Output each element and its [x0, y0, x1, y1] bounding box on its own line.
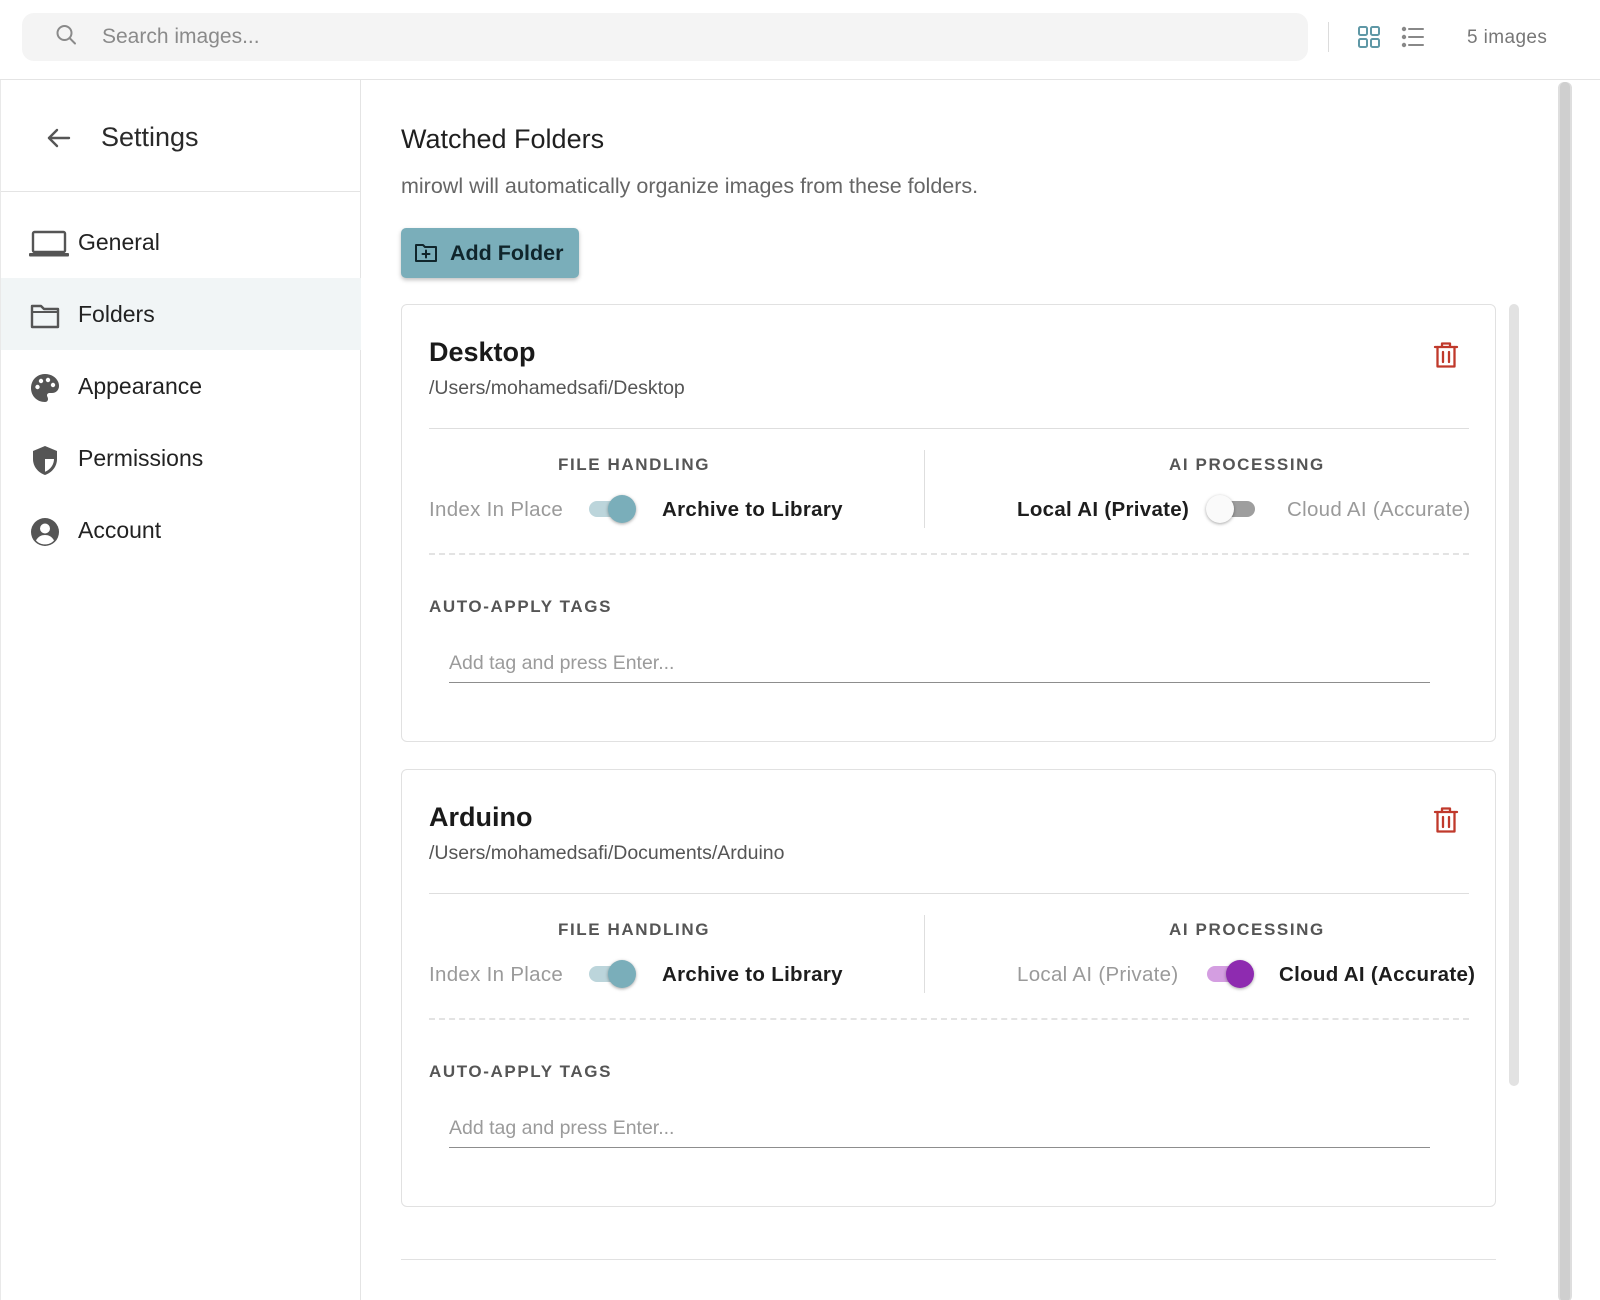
settings-sidebar: Settings General Folders Appearance Perm… [0, 80, 361, 1300]
ai-processing-toggle[interactable] [1204, 958, 1256, 990]
folder-path: /Users/mohamedsafi/Documents/Arduino [429, 842, 785, 864]
archive-to-library-option: Archive to Library [662, 963, 843, 986]
index-in-place-option: Index In Place [429, 498, 564, 521]
sidebar-item-folders[interactable]: Folders [1, 278, 361, 350]
top-bar: 5 images [0, 0, 1600, 80]
folder-name: Arduino [429, 802, 533, 832]
page-scrollbar[interactable] [1558, 82, 1572, 1300]
sidebar-item-permissions[interactable]: Permissions [1, 422, 361, 494]
folder-card: Desktop /Users/mohamedsafi/Desktop FILE … [401, 304, 1496, 742]
folder-path: /Users/mohamedsafi/Desktop [429, 377, 685, 399]
sidebar-header: Settings [1, 80, 361, 192]
account-circle-icon [29, 516, 61, 548]
page-scrollbar-thumb[interactable] [1560, 82, 1570, 1300]
file-handling-toggle[interactable] [586, 958, 638, 990]
folder-name: Desktop [429, 337, 536, 367]
sidebar-title: Settings [101, 122, 199, 152]
file-handling-toggle[interactable] [586, 493, 638, 525]
section-separator [924, 915, 925, 993]
index-in-place-option: Index In Place [429, 963, 564, 986]
card-divider [429, 893, 1469, 894]
main-content: Watched Folders mirowl will automaticall… [361, 80, 1600, 1300]
auto-apply-tags-label: AUTO-APPLY TAGS [429, 1062, 613, 1081]
sidebar-item-label: Folders [78, 301, 155, 327]
arrow-left-icon [47, 128, 71, 148]
trash-icon [1433, 342, 1459, 368]
local-ai-option: Local AI (Private) [1017, 498, 1190, 521]
cloud-ai-option: Cloud AI (Accurate) [1279, 963, 1476, 986]
auto-apply-tags-label: AUTO-APPLY TAGS [429, 597, 613, 616]
section-separator [924, 450, 925, 528]
sidebar-item-appearance[interactable]: Appearance [1, 350, 361, 422]
ai-processing-label: AI PROCESSING [1169, 455, 1325, 474]
folder-plus-icon [414, 241, 438, 265]
list-view-button[interactable] [1400, 24, 1426, 50]
ai-processing-toggle[interactable] [1206, 493, 1258, 525]
search-icon [54, 23, 78, 52]
sidebar-item-label: Permissions [78, 445, 204, 471]
delete-folder-button[interactable] [1430, 339, 1462, 371]
page-title: Watched Folders [401, 124, 605, 154]
sidebar-item-account[interactable]: Account [1, 494, 361, 566]
sidebar-item-label: Appearance [78, 373, 203, 399]
file-handling-label: FILE HANDLING [558, 455, 711, 474]
search-input[interactable] [102, 13, 1282, 61]
palette-icon [29, 372, 61, 404]
search-bar[interactable] [22, 13, 1308, 61]
toggle-thumb [1226, 960, 1254, 988]
image-count: 5 images [1467, 27, 1548, 48]
archive-to-library-option: Archive to Library [662, 498, 843, 521]
content-scrollbar[interactable] [1509, 304, 1519, 1086]
tag-input[interactable] [449, 1110, 1430, 1148]
card-divider [429, 428, 1469, 429]
toggle-thumb [1206, 495, 1234, 523]
back-button[interactable] [43, 122, 75, 154]
delete-folder-button[interactable] [1430, 804, 1462, 836]
list-view-icon [1401, 26, 1424, 48]
trash-icon [1433, 807, 1459, 833]
folder-icon [29, 300, 61, 332]
sidebar-item-label: General [78, 229, 160, 255]
page-subtitle: mirowl will automatically organize image… [401, 174, 979, 198]
tag-input[interactable] [449, 645, 1430, 683]
file-handling-label: FILE HANDLING [558, 920, 711, 939]
grid-view-button[interactable] [1356, 24, 1382, 50]
dashed-divider [429, 1018, 1469, 1020]
ai-processing-label: AI PROCESSING [1169, 920, 1325, 939]
toolbar-divider [1328, 22, 1329, 52]
folder-card: Arduino /Users/mohamedsafi/Documents/Ard… [401, 769, 1496, 1207]
cloud-ai-option: Cloud AI (Accurate) [1287, 498, 1471, 521]
sidebar-item-label: Account [78, 517, 162, 543]
next-card-edge [401, 1259, 1496, 1260]
add-folder-label: Add Folder [450, 241, 564, 265]
laptop-icon [29, 228, 69, 260]
toggle-thumb [608, 495, 636, 523]
local-ai-option: Local AI (Private) [1017, 963, 1179, 986]
dashed-divider [429, 553, 1469, 555]
sidebar-item-general[interactable]: General [1, 206, 361, 278]
grid-view-icon [1358, 26, 1380, 48]
toggle-thumb [608, 960, 636, 988]
shield-icon [29, 444, 61, 476]
add-folder-button[interactable]: Add Folder [401, 228, 579, 278]
